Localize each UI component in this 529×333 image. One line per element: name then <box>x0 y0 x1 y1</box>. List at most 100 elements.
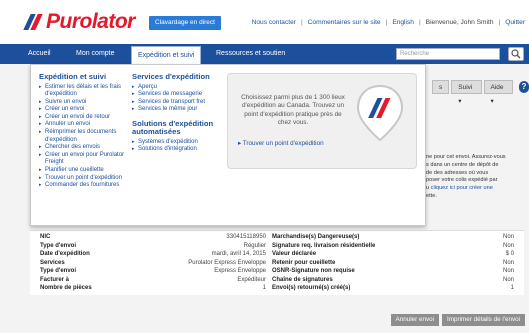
menu-heading-services: Services d'expédition <box>132 72 210 81</box>
menu-item[interactable]: Créer un envoi de retour <box>39 114 135 122</box>
nav-item-my-account[interactable]: Mon compte <box>70 44 121 64</box>
detail-value: 1 <box>510 285 514 292</box>
find-location-promo: Choisissez parmi plus de 1 300 lieux d'e… <box>227 73 417 169</box>
find-location-link[interactable]: ▸ Trouver un point d'expédition <box>238 140 324 147</box>
detail-value: Non <box>502 259 514 266</box>
create-pickup-link[interactable]: cliquez ici pour créer une <box>431 185 493 191</box>
logo-stripes-icon <box>23 14 43 30</box>
detail-value: Non <box>502 268 514 275</box>
nav-item-shipping-tracking[interactable]: Expédition et suivi <box>131 46 202 64</box>
menu-heading-automation: Solutions d'expédition automatisées <box>132 118 214 137</box>
detail-value: $ 0 <box>505 251 514 258</box>
detail-value: 1 <box>262 285 266 292</box>
menu-item[interactable]: Services de messagerie <box>132 91 222 99</box>
search-input[interactable]: Recherche <box>396 48 500 60</box>
menu-item[interactable]: Solutions d'intégration <box>132 146 222 154</box>
tab-partial[interactable]: s <box>432 80 450 94</box>
separator: | <box>385 19 388 26</box>
detail-label: Retenir pour cueillette <box>272 259 336 266</box>
cancel-shipment-button[interactable]: Annuler envoi <box>390 314 440 326</box>
top-links: Nous contacter | Commentaires sur le sit… <box>252 19 525 26</box>
tab-help[interactable]: Aide ▾ <box>483 80 513 105</box>
detail-row: Type d'envoi Express Enveloppe OSNR-Signat… <box>40 267 514 276</box>
menu-item[interactable]: Estimer les délais et les frais d'expédi… <box>39 84 135 99</box>
menu-item[interactable]: Annuler un envoi <box>39 121 135 129</box>
separator: | <box>418 19 421 26</box>
language-link[interactable]: English <box>392 19 414 26</box>
menu-list-services: AperçuServices de messagerieServices de … <box>132 84 222 114</box>
menu-list-automation: Systèmes d'expéditionSolutions d'intégra… <box>132 139 222 154</box>
live-chat-button[interactable]: Clavardage en direct <box>149 16 221 30</box>
promo-text: Choisissez parmi plus de 1 300 lieux d'e… <box>241 94 345 127</box>
tab-help-label: Aide <box>490 84 504 91</box>
chevron-down-icon: ▾ <box>490 98 494 105</box>
side-text-line: ne pour cet envoi. Assurez-vous <box>426 154 506 160</box>
detail-label: Marchandise(s) Dangereuse(s) <box>272 234 360 241</box>
header: Purolator Clavardage en direct Nous cont… <box>0 0 529 44</box>
detail-label: NIC <box>40 234 51 241</box>
detail-label: Nombre de pièces <box>40 285 92 292</box>
menu-item[interactable]: Créer un envoi pour Purolator Freight <box>39 152 135 167</box>
detail-value: 330415118950 <box>226 234 266 241</box>
menu-list-shipping: Estimer les délais et les frais d'expédi… <box>39 84 135 190</box>
logo-text: Purolator <box>46 10 135 33</box>
nav-item-home[interactable]: Accueil <box>22 44 57 64</box>
detail-label: Signature req. livraison résidentielle <box>272 242 376 249</box>
menu-item[interactable]: Trouver un point d'expédition <box>39 175 135 183</box>
welcome-text: Bienvenue, John Smith <box>425 19 494 26</box>
chevron-down-icon: ▾ <box>458 98 462 105</box>
menu-item[interactable]: Services de transport fret <box>132 99 222 107</box>
menu-column-shipping: Expédition et suivi Estimer les délais e… <box>39 72 135 190</box>
purolator-logo[interactable]: Purolator <box>23 10 135 34</box>
print-details-button[interactable]: Imprimer détails de l'envoi <box>442 314 525 326</box>
detail-value: Non <box>502 276 514 283</box>
main-nav: Accueil Mon compte Expédition et suivi R… <box>0 44 529 64</box>
shipment-details: NIC 330415118950 Marchandise(s) Dangereuse… <box>30 230 524 295</box>
comments-link[interactable]: Commentaires sur le site <box>308 19 381 26</box>
detail-value: mardi, avril 14, 2015 <box>211 251 266 258</box>
detail-value: Expéditeur <box>237 276 266 283</box>
search-button[interactable] <box>508 47 524 61</box>
separator: | <box>498 19 501 26</box>
detail-row: Facturer à Expéditeur Chaîne de signatures… <box>40 276 514 285</box>
detail-value: Purolator Express Enveloppe <box>188 259 266 266</box>
find-location-link-label: Trouver un point d'expédition <box>242 140 324 147</box>
detail-value: Régulier <box>243 242 266 249</box>
menu-item[interactable]: Aperçu <box>132 84 222 92</box>
menu-item[interactable]: Suivre un envoi <box>39 99 135 107</box>
detail-row: Date d'expédition mardi, avril 14, 2015 Va… <box>40 250 514 259</box>
help-icon[interactable]: ? <box>518 81 529 93</box>
detail-label: OSNR-Signature non requise <box>272 268 355 275</box>
contact-link[interactable]: Nous contacter <box>252 19 296 26</box>
detail-label: Chaîne de signatures <box>272 276 333 283</box>
menu-item[interactable]: Services le même jour <box>132 106 222 114</box>
nav-item-resources-support[interactable]: Ressources et soutien <box>210 44 291 64</box>
map-pin-icon <box>356 84 404 142</box>
tab-track-label: Suivi <box>458 84 473 91</box>
menu-heading-shipping: Expédition et suivi <box>39 72 107 81</box>
tab-track[interactable]: Suivi ▾ <box>451 80 482 105</box>
search-icon <box>511 49 521 59</box>
menu-item[interactable]: Planifier une cueillette <box>39 167 135 175</box>
quit-link[interactable]: Quitter <box>505 19 525 26</box>
menu-item[interactable]: Créer un envoi <box>39 106 135 114</box>
detail-label: Valeur déclarée <box>272 251 317 258</box>
side-text-line: s dans un centre de dépôt de <box>426 161 499 168</box>
menu-column-services: Services d'expédition AperçuServices de … <box>132 72 222 154</box>
detail-value: Non <box>502 234 514 241</box>
side-text-line: de des adresses où vous <box>426 169 489 176</box>
detail-row: Nombre de pièces 1 Envoi(s) retourné(s) cr… <box>40 284 514 293</box>
menu-item[interactable]: Chercher des envois <box>39 144 135 152</box>
detail-row: NIC 330415118950 Marchandise(s) Dangereuse… <box>40 233 514 242</box>
menu-item[interactable]: Commander des fournitures <box>39 182 135 190</box>
detail-row: Type d'envoi Régulier Signature req. livra… <box>40 242 514 251</box>
action-tabs: s Suivi ▾ Aide ▾ ? <box>432 80 529 105</box>
menu-item[interactable]: Systèmes d'expédition <box>132 139 222 147</box>
detail-label: Date d'expédition <box>40 251 90 258</box>
detail-row: Services Purolator Express Enveloppe Reten… <box>40 259 514 268</box>
detail-value: Express Enveloppe <box>214 268 266 275</box>
menu-item[interactable]: Réimprimer les documents d'expédition <box>39 129 135 144</box>
detail-label: Facturer à <box>40 276 70 283</box>
detail-value: Non <box>502 242 514 249</box>
side-text-line: u cliquez ici pour créer une <box>426 185 526 193</box>
